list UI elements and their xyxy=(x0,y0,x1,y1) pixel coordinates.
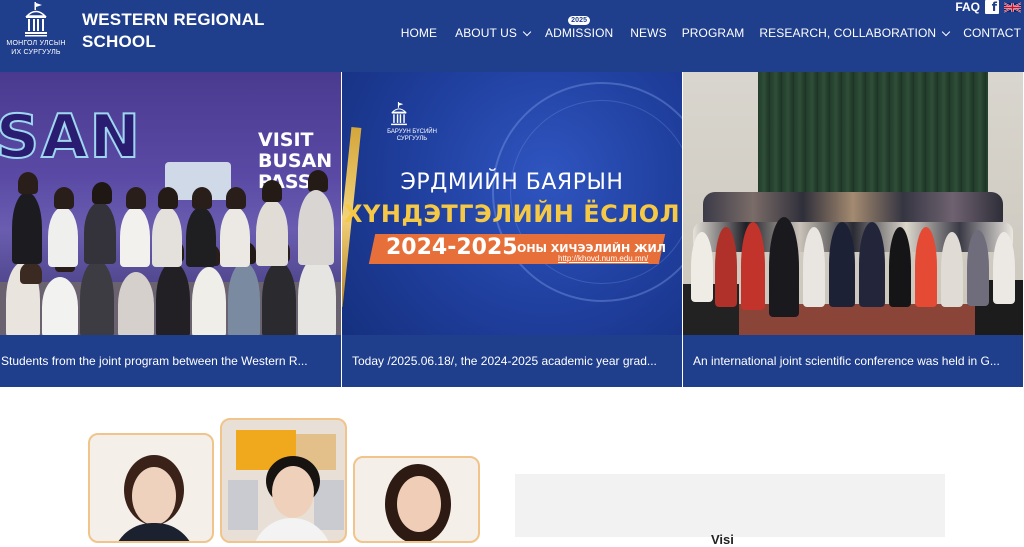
nav-news[interactable]: NEWS xyxy=(630,26,666,40)
slide-students-busan[interactable]: SAN VISIT BUSAN PASS Students from the j… xyxy=(0,72,341,387)
admission-year-badge: 2025 xyxy=(568,16,591,25)
nav-home[interactable]: HOME xyxy=(401,26,437,40)
slide-caption[interactable]: An international joint scientific confer… xyxy=(683,335,1023,387)
slide-title-line1: ЭРДМИЙН БАЯРЫН xyxy=(400,170,624,195)
slide-url: http://khovd.num.edu.mn/ xyxy=(558,254,649,263)
school-name[interactable]: WESTERN REGIONAL SCHOOL xyxy=(82,9,265,53)
vision-heading: Visi xyxy=(711,532,734,547)
news-slider: SAN VISIT BUSAN PASS Students from the j… xyxy=(0,72,1024,387)
school-name-line1: WESTERN REGIONAL xyxy=(82,10,265,29)
slide-image xyxy=(683,72,1023,335)
university-logo[interactable]: МОНГОЛ УЛСЫН ИХ СУРГУУЛЬ xyxy=(0,0,72,62)
slide-years: 2024-2025 xyxy=(386,235,518,260)
main-nav: HOME ABOUT US 2025 ADMISSION NEWS PROGRA… xyxy=(401,16,1024,40)
vision-panel: Visi xyxy=(515,474,945,547)
nav-news-label: NEWS xyxy=(630,26,667,40)
facebook-icon[interactable]: f xyxy=(985,0,999,14)
slide-caption[interactable]: Students from the joint program between … xyxy=(0,335,341,387)
nav-home-label: HOME xyxy=(400,26,438,40)
slide-caption[interactable]: Today /2025.06.18/, the 2024-2025 academ… xyxy=(342,335,682,387)
nav-contact[interactable]: CONTACT xyxy=(963,26,1021,40)
university-building-icon xyxy=(25,2,47,37)
nav-about-us-label: ABOUT US xyxy=(455,26,518,40)
chevron-down-icon xyxy=(941,27,951,36)
site-header: МОНГОЛ УЛСЫН ИХ СУРГУУЛЬ WESTERN REGIONA… xyxy=(0,0,1024,72)
student-portrait-card-3[interactable] xyxy=(353,456,480,543)
nav-admission-label: ADMISSION xyxy=(545,26,614,40)
faq-link[interactable]: FAQ xyxy=(955,0,980,14)
slide-image: SAN VISIT BUSAN PASS xyxy=(0,72,341,335)
nav-research-label: RESEARCH, COLLABORATION xyxy=(759,26,937,40)
student-portrait-card-1[interactable] xyxy=(88,433,214,543)
school-name-line2: SCHOOL xyxy=(82,32,156,51)
nav-research-collaboration[interactable]: RESEARCH, COLLABORATION xyxy=(759,26,951,40)
student-portrait-card-2[interactable] xyxy=(220,418,347,543)
nav-program[interactable]: PROGRAM xyxy=(682,26,745,40)
logo-text-line1: МОНГОЛ УЛСЫН xyxy=(6,40,66,47)
nav-program-label: PROGRAM xyxy=(681,26,745,40)
slide-conference[interactable]: An international joint scientific confer… xyxy=(682,72,1023,387)
slide-image-text-san: SAN xyxy=(0,101,142,173)
slide-image: БАРУУН БҮСИЙН СУРГУУЛЬ ЭРДМИЙН БАЯРЫН ХҮ… xyxy=(342,72,682,335)
nav-about-us[interactable]: ABOUT US xyxy=(455,26,532,40)
slide-logo-text-line2: СУРГУУЛЬ xyxy=(396,136,428,142)
slide-graduation-ceremony[interactable]: БАРУУН БҮСИЙН СУРГУУЛЬ ЭРДМИЙН БАЯРЫН ХҮ… xyxy=(341,72,682,387)
logo-text-line2: ИХ СУРГУУЛЬ xyxy=(11,49,61,56)
chevron-down-icon xyxy=(522,27,532,36)
school-logo-icon xyxy=(391,102,407,126)
nav-admission[interactable]: 2025 ADMISSION xyxy=(545,16,614,40)
slide-title-line2: ХҮНДЭТГЭЛИЙН ЁСЛОЛ xyxy=(343,200,681,228)
nav-contact-label: CONTACT xyxy=(963,26,1021,40)
top-utility-bar: FAQ f xyxy=(955,0,1021,14)
uk-flag-icon[interactable] xyxy=(1004,1,1021,13)
slide-logo-text-line1: БАРУУН БҮСИЙН xyxy=(387,129,437,135)
